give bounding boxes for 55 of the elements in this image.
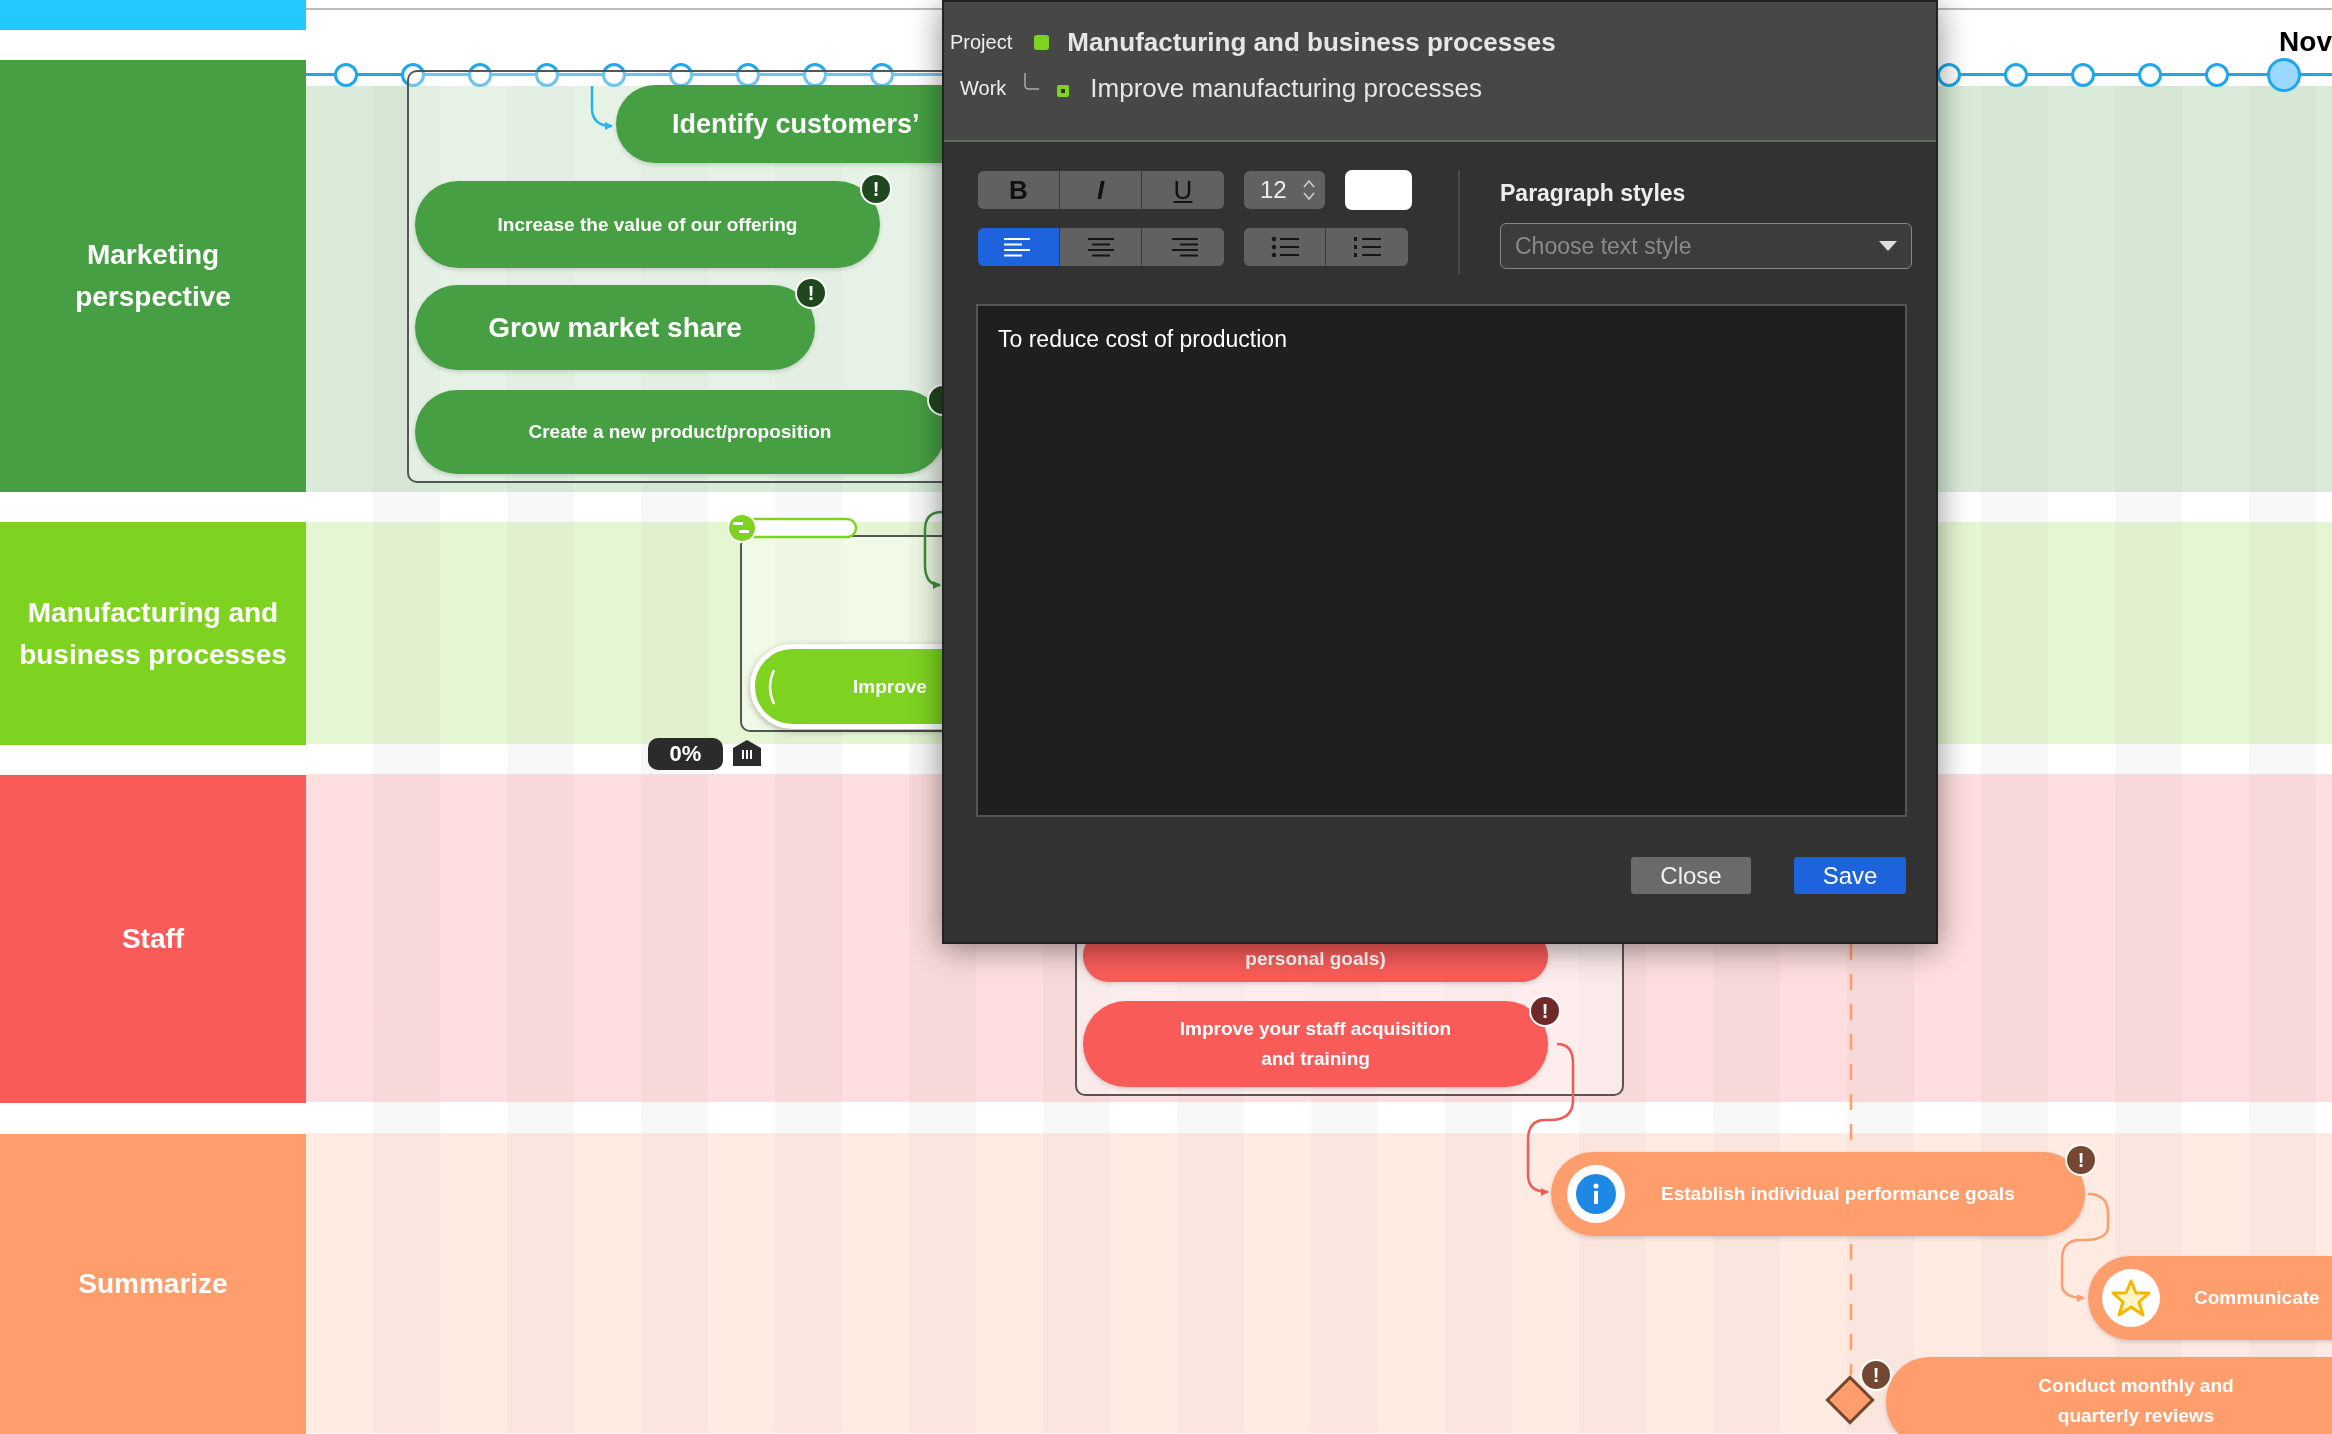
timeline-marker[interactable] — [803, 63, 827, 87]
save-button[interactable]: Save — [1794, 857, 1906, 894]
timeline-marker[interactable] — [602, 63, 626, 87]
lane-label: Marketing perspective — [0, 60, 306, 492]
project-color-icon — [1034, 34, 1050, 50]
bulleted-list-button[interactable] — [1244, 228, 1326, 266]
text-style-dropdown[interactable]: Choose text style — [1500, 223, 1912, 269]
timeline-marker[interactable] — [736, 63, 760, 87]
task-square-icon — [1056, 84, 1071, 98]
task-label: Improve your staff acquisition and training — [1178, 1017, 1453, 1071]
timeline-marker[interactable] — [870, 63, 894, 87]
tag-icon — [732, 738, 762, 768]
timeline-marker[interactable] — [334, 63, 358, 87]
section-label: Paragraph styles — [1500, 180, 1687, 207]
lane-label: Summarize — [0, 1134, 306, 1434]
timeline-marker[interactable] — [2205, 63, 2229, 87]
bold-button[interactable]: B — [978, 171, 1060, 209]
bulleted-list-icon[interactable] — [1270, 236, 1299, 258]
task-label: personal goals) — [1245, 948, 1386, 970]
timeline-marker[interactable] — [669, 63, 693, 87]
task-node[interactable]: Create a new product/proposition — [415, 390, 945, 474]
task-label: Establish individual performance goals — [1661, 1183, 2015, 1205]
timeline-marker[interactable] — [401, 63, 425, 87]
field-label: Project — [950, 30, 1013, 54]
timeline-marker[interactable] — [2004, 63, 2028, 87]
connector-arrow — [590, 86, 613, 130]
task-label: Grow market share — [488, 311, 742, 344]
timeline-marker[interactable] — [2138, 63, 2162, 87]
timeline-marker[interactable] — [2071, 63, 2095, 87]
project-name: Manufacturing and business processes — [1067, 26, 1556, 58]
align-left-button[interactable] — [978, 228, 1060, 266]
work-name: Improve manufacturing processes — [1090, 72, 1482, 104]
caret-icon — [1879, 241, 1897, 251]
task-label: Communicate — [2194, 1287, 2320, 1309]
task-label: Identify customers’ — [672, 108, 920, 140]
font-size-stepper[interactable]: 12 — [1244, 171, 1325, 209]
lane-label: Manufacturing and business processes — [0, 522, 306, 745]
align-center-icon[interactable] — [1085, 237, 1116, 257]
task-label: Conduct monthly and quarterly reviews — [2037, 1374, 2235, 1428]
task-label: Create a new product/proposition — [528, 421, 832, 443]
task-label: Improve — [853, 675, 927, 698]
month-label: Nov — [2279, 26, 2332, 58]
numbered-list-icon[interactable] — [1353, 236, 1381, 258]
progress-badge: 0% — [648, 738, 723, 770]
stepper-arrows-icon[interactable] — [1303, 179, 1315, 201]
close-button[interactable]: Close — [1631, 857, 1751, 894]
text-editor[interactable]: To reduce cost of production — [976, 304, 1907, 817]
task-label: Increase the value of our offering — [497, 213, 798, 236]
lane-label: Staff — [0, 775, 306, 1103]
timeline-marker[interactable] — [535, 63, 559, 87]
color-swatch[interactable] — [1345, 170, 1412, 210]
task-node[interactable]: Conduct monthly and quarterly reviews — [1886, 1357, 2332, 1434]
timeline-marker[interactable] — [2267, 58, 2301, 92]
timeline-marker[interactable] — [468, 63, 492, 87]
timeline-marker[interactable] — [1937, 63, 1961, 87]
